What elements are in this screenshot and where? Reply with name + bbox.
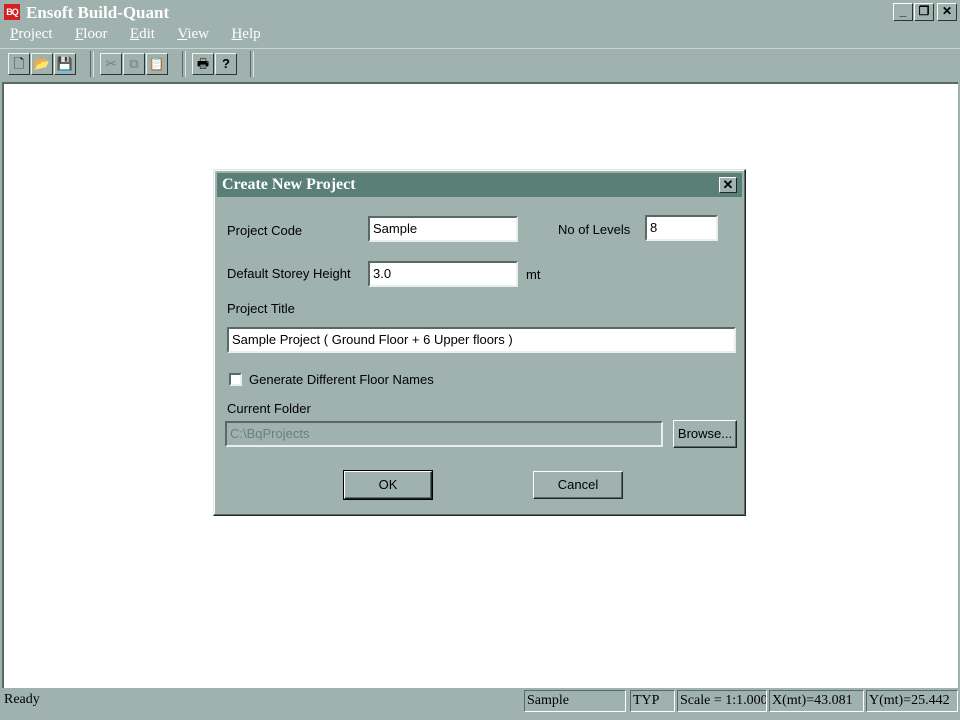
app-title: Ensoft Build-Quant [26, 3, 170, 22]
status-x-coordinate: X(mt)=43.081 [769, 690, 864, 712]
floor-names-label[interactable]: Generate Different Floor Names [249, 372, 434, 387]
dialog-title: Create New Project [222, 176, 356, 193]
menu-edit[interactable]: Edit [130, 26, 155, 43]
floor-names-checkbox[interactable] [229, 373, 242, 386]
toolbar: 🗋 📂 💾 ✂ ⧉ 📋 🖶 ? [0, 48, 960, 81]
minimize-button[interactable]: _ [893, 3, 913, 21]
storey-height-input[interactable]: 3.0 [368, 261, 518, 287]
close-button[interactable]: ✕ [937, 3, 957, 21]
dialog-title-bar: Create New Project ✕ [217, 173, 742, 197]
new-document-icon[interactable]: 🗋 [8, 53, 30, 75]
paste-icon[interactable]: 📋 [146, 53, 168, 75]
copy-icon[interactable]: ⧉ [123, 53, 145, 75]
project-title-input[interactable]: Sample Project ( Ground Floor + 6 Upper … [227, 327, 736, 353]
menu-help[interactable]: Help [231, 26, 260, 43]
status-scale: Scale = 1:1.000 [677, 690, 767, 712]
cancel-button[interactable]: Cancel [533, 471, 623, 499]
menu-view[interactable]: View [177, 26, 209, 43]
toolbar-separator [182, 51, 186, 77]
project-title-label: Project Title [227, 301, 295, 316]
storey-height-label: Default Storey Height [227, 266, 351, 281]
ok-button[interactable]: OK [343, 470, 433, 500]
status-floor: TYP [630, 690, 675, 712]
status-message: Ready [4, 692, 40, 707]
project-code-input[interactable]: Sample [368, 216, 518, 242]
levels-label: No of Levels [558, 222, 631, 237]
status-project: Sample [524, 690, 626, 712]
save-icon[interactable]: 💾 [54, 53, 76, 75]
app-icon[interactable]: BQ [4, 4, 20, 20]
cut-icon[interactable]: ✂ [100, 53, 122, 75]
levels-input[interactable]: 8 [645, 215, 718, 241]
browse-button[interactable]: Browse... [673, 420, 737, 448]
status-bar: Ready Sample TYP Scale = 1:1.000 X(mt)=4… [0, 690, 960, 720]
help-icon[interactable]: ? [215, 53, 237, 75]
status-y-coordinate: Y(mt)=25.442 [866, 690, 958, 712]
print-icon[interactable]: 🖶 [192, 53, 214, 75]
menu-floor[interactable]: Floor [75, 26, 108, 43]
project-code-label: Project Code [227, 223, 303, 238]
storey-height-unit: mt [526, 267, 541, 282]
menu-project[interactable]: Project [10, 26, 53, 43]
current-folder-field: C:\BqProjects [225, 421, 663, 447]
current-folder-label: Current Folder [227, 401, 311, 416]
menu-bar: Project Floor Edit View Help [0, 24, 960, 46]
title-bar: BQ Ensoft Build-Quant _ ❐ ✕ [0, 0, 960, 24]
open-folder-icon[interactable]: 📂 [31, 53, 53, 75]
toolbar-separator [90, 51, 94, 77]
create-project-dialog: Create New Project ✕ Project Code Sample… [213, 169, 746, 516]
dialog-close-button[interactable]: ✕ [719, 177, 737, 193]
toolbar-separator [250, 51, 254, 77]
restore-button[interactable]: ❐ [914, 3, 934, 21]
